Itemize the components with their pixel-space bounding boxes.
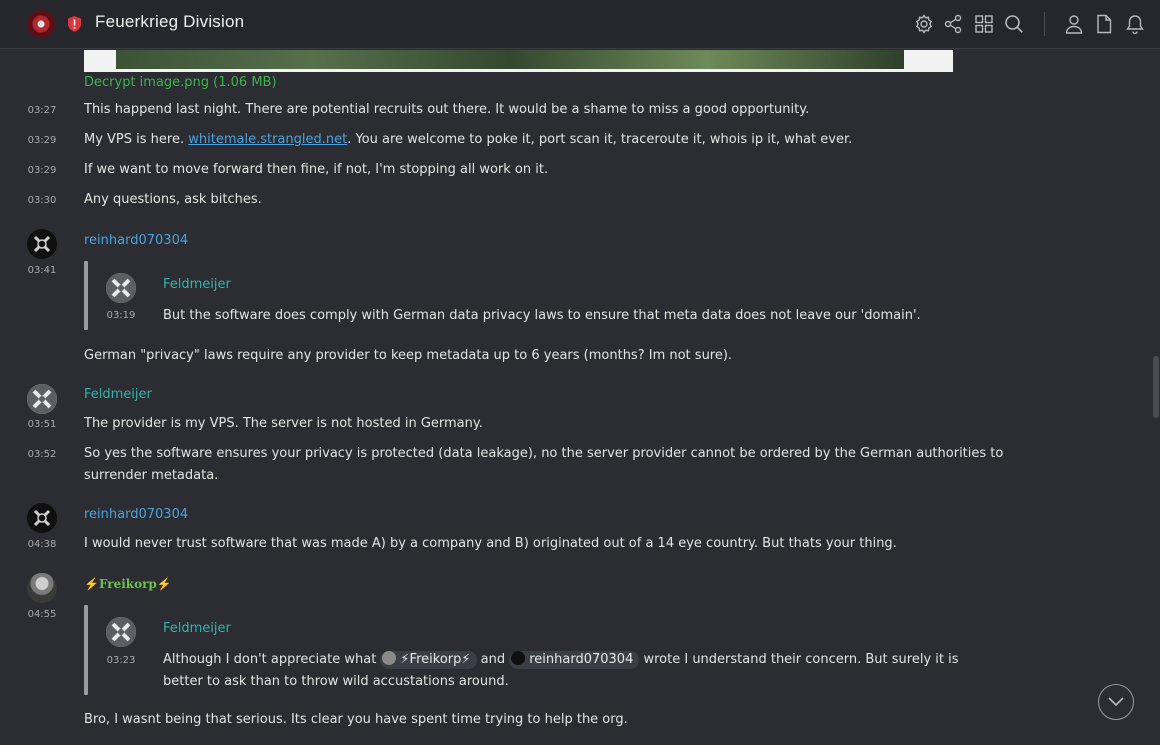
quote-bar	[84, 605, 88, 695]
quoted-timestamp: 03:19	[106, 310, 136, 321]
file-icon[interactable]	[1093, 12, 1115, 36]
avatar[interactable]	[27, 384, 57, 414]
message-timestamp: 03:51	[27, 419, 57, 430]
quoted-timestamp: 03:23	[106, 655, 136, 666]
vps-link[interactable]: whitemale.strangled.net	[188, 132, 347, 147]
image-attachment[interactable]	[84, 50, 953, 72]
message-timestamp: 03:30	[27, 195, 57, 206]
room-header: Feuerkrieg Division	[0, 0, 1160, 49]
message-text: My VPS is here. whitemale.strangled.net.…	[84, 132, 853, 147]
message-text: Bro, I wasnt being that serious. Its cle…	[84, 712, 628, 727]
message-timeline[interactable]: Decrypt image.png (1.06 MB) 03:27 This h…	[0, 50, 1160, 745]
message-text: If we want to move forward then fine, if…	[84, 162, 549, 177]
message-text: Any questions, ask bitches.	[84, 192, 262, 207]
message-timestamp: 03:41	[27, 265, 57, 276]
message-timestamp: 03:27	[27, 105, 57, 116]
avatar[interactable]	[27, 229, 57, 259]
message-timestamp: 04:38	[27, 539, 57, 550]
avatar[interactable]	[27, 503, 57, 533]
message-timestamp: 03:29	[27, 135, 57, 146]
message-text: I would never trust software that was ma…	[84, 536, 897, 551]
message-timestamp: 03:29	[27, 165, 57, 176]
toolbar-divider	[1044, 12, 1045, 36]
message-text: So yes the software ensures your privacy…	[84, 446, 1004, 483]
quoted-sender-name[interactable]: Feldmeijer	[163, 621, 231, 636]
sender-name[interactable]: Feldmeijer	[84, 387, 152, 402]
sender-name[interactable]: ⚡Freikorp⚡	[84, 577, 172, 591]
message-timestamp: 04:55	[27, 609, 57, 620]
share-icon[interactable]	[942, 12, 964, 36]
quote-bar	[84, 261, 88, 330]
settings-icon[interactable]	[913, 12, 935, 36]
room-avatar[interactable]	[27, 10, 55, 38]
grid-icon[interactable]	[973, 12, 995, 36]
quoted-text: But the software does comply with German…	[163, 308, 921, 323]
quoted-sender-name[interactable]: Feldmeijer	[163, 277, 231, 292]
search-icon[interactable]	[1003, 12, 1025, 36]
user-icon[interactable]	[1063, 12, 1085, 36]
avatar[interactable]	[27, 573, 57, 603]
chevron-down-icon	[1108, 697, 1124, 707]
sender-name[interactable]: reinhard070304	[84, 507, 188, 522]
shield-icon	[68, 16, 81, 32]
avatar[interactable]	[106, 617, 136, 647]
message-text: This happend last night. There are poten…	[84, 102, 810, 117]
room-title: Feuerkrieg Division	[95, 12, 245, 31]
quoted-text: Although I don't appreciate what ⚡Freiko…	[163, 651, 959, 689]
user-mention[interactable]: ⚡Freikorp⚡	[380, 651, 477, 669]
message-timestamp: 03:52	[27, 449, 57, 460]
avatar[interactable]	[106, 273, 136, 303]
message-text: The provider is my VPS. The server is no…	[84, 416, 483, 431]
scroll-to-bottom-button[interactable]	[1098, 684, 1134, 720]
message-text: German "privacy" laws require any provid…	[84, 348, 733, 363]
bell-icon[interactable]	[1124, 12, 1146, 36]
timeline-scrollbar[interactable]	[1153, 356, 1159, 418]
image-preview	[116, 50, 904, 69]
attachment-caption[interactable]: Decrypt image.png (1.06 MB)	[84, 75, 277, 90]
user-mention[interactable]: reinhard070304	[509, 651, 640, 669]
sender-name[interactable]: reinhard070304	[84, 233, 188, 248]
